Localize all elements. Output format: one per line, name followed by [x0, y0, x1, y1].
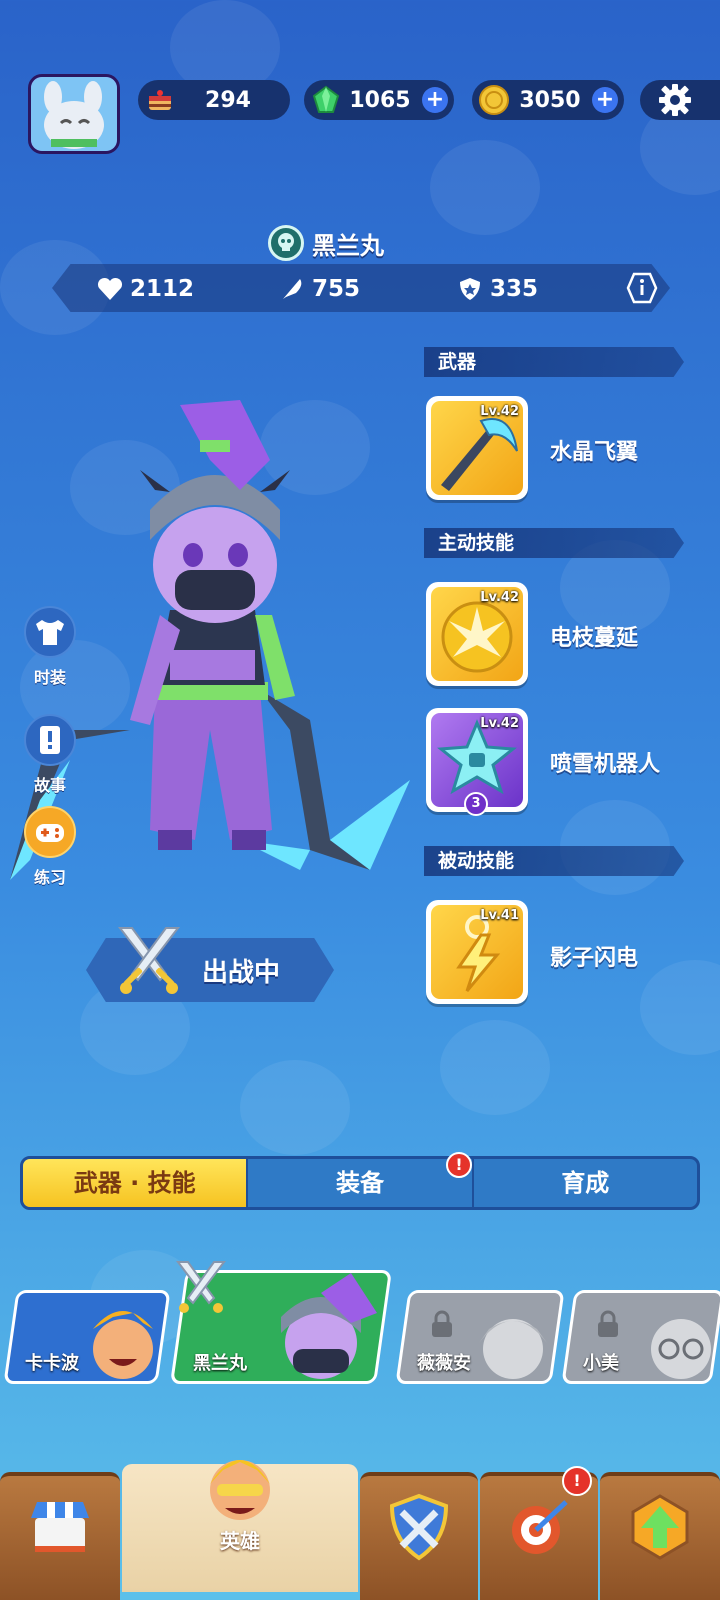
green-gem-icon: [312, 85, 340, 113]
practice-button[interactable]: 练习: [24, 806, 76, 888]
shield-icon: [460, 278, 480, 300]
fashion-button[interactable]: 时装: [24, 606, 76, 688]
story-scroll-icon: [24, 714, 76, 766]
nav-upgrade[interactable]: [600, 1472, 720, 1600]
hero-name-heilanwan: 黑兰丸: [193, 1353, 247, 1374]
coin-counter: 3050 +: [472, 80, 624, 120]
gem-value: 1065: [349, 87, 411, 113]
weapon-card[interactable]: Lv.42: [426, 396, 528, 500]
passive-skill-level: Lv.41: [480, 908, 519, 923]
shop-stall-icon: [31, 1502, 89, 1552]
active-skill-1-level: Lv.42: [480, 590, 519, 605]
active-skill-1-name: 电枝蔓延: [550, 626, 639, 651]
settings-button[interactable]: [640, 80, 720, 120]
skill-rank-badge: 3: [464, 792, 488, 816]
hero-class-skull-icon: [268, 225, 304, 261]
hero-name: 黑兰丸: [312, 231, 384, 260]
tab-equipment[interactable]: 装备: [248, 1159, 474, 1207]
story-button[interactable]: 故事: [24, 714, 76, 796]
gear-icon: [659, 84, 691, 116]
attack-stat: 755: [278, 274, 360, 304]
fashion-label: 时装: [33, 668, 66, 687]
cake-icon: [149, 90, 171, 110]
deployed-swords-icon: [175, 1261, 227, 1313]
coin-value: 3050: [519, 87, 581, 113]
lock-icon: [598, 1310, 618, 1337]
player-avatar[interactable]: [28, 74, 120, 154]
hero-name-row: 黑兰丸: [268, 224, 384, 262]
hp-value: 2112: [130, 276, 195, 302]
nav-shop[interactable]: [0, 1472, 120, 1600]
hp-stat: 2112: [96, 274, 194, 304]
hero-name-weiweian: 薇薇安: [417, 1353, 471, 1374]
hero-card-xiaomei[interactable]: 小美: [561, 1290, 720, 1384]
lock-icon: [432, 1310, 452, 1337]
add-coins-button[interactable]: +: [592, 87, 618, 113]
cake-counter: 294: [138, 80, 290, 120]
avatar-portrait-icon: [31, 77, 117, 151]
feather-attack-icon: [283, 279, 302, 299]
passive-skill-card[interactable]: Lv.41: [426, 900, 528, 1004]
gamepad-icon: [24, 806, 76, 858]
stats-info-button[interactable]: [626, 272, 658, 304]
crossed-swords-icon: [117, 927, 181, 994]
attack-value: 755: [312, 276, 361, 302]
hero-name-kakabo: 卡卡波: [25, 1353, 79, 1374]
target-dart-icon: [512, 1500, 568, 1554]
tab-develop[interactable]: 育成: [474, 1159, 697, 1207]
add-gems-button[interactable]: +: [422, 87, 448, 113]
tab-weapon-skill[interactable]: 武器 · 技能: [23, 1159, 249, 1207]
events-alert-badge: !: [562, 1466, 592, 1496]
detail-tabs: 武器 · 技能 装备 育成: [20, 1156, 700, 1210]
weapon-section-header: 武器: [424, 347, 684, 377]
info-icon: [626, 272, 658, 304]
hero-card-weiweian[interactable]: 薇薇安: [395, 1290, 565, 1384]
story-label: 故事: [33, 776, 66, 795]
active-skill-section-header: 主动技能: [424, 528, 684, 558]
cake-value: 294: [205, 87, 251, 113]
weapon-name: 水晶飞翼: [550, 440, 639, 465]
gold-coin-icon: [479, 85, 509, 115]
defense-stat: 335: [456, 274, 538, 304]
active-skill-card-1[interactable]: Lv.42: [426, 582, 528, 686]
weapon-level: Lv.42: [480, 404, 519, 419]
nav-hero[interactable]: 英雄: [122, 1460, 358, 1592]
heart-icon: [97, 277, 123, 300]
passive-skill-name: 影子闪电: [550, 946, 639, 971]
deploy-status-label: 出战中: [202, 958, 281, 988]
practice-label: 练习: [33, 868, 66, 887]
equipment-alert-badge: !: [446, 1152, 472, 1178]
shirt-icon: [24, 606, 76, 658]
defense-value: 335: [490, 276, 539, 302]
battle-shield-icon: [389, 1493, 449, 1561]
nav-battle[interactable]: [360, 1472, 478, 1600]
hero-name-xiaomei: 小美: [583, 1353, 619, 1374]
upgrade-arrow-icon: [631, 1494, 689, 1560]
nav-hero-label: 英雄: [220, 1529, 260, 1553]
passive-skill-section-header: 被动技能: [424, 846, 684, 876]
active-skill-2-level: Lv.42: [480, 716, 519, 731]
gem-counter: 1065 +: [304, 80, 454, 120]
active-skill-2-name: 喷雪机器人: [550, 752, 661, 777]
hero-card-kakabo[interactable]: 卡卡波: [3, 1290, 171, 1384]
